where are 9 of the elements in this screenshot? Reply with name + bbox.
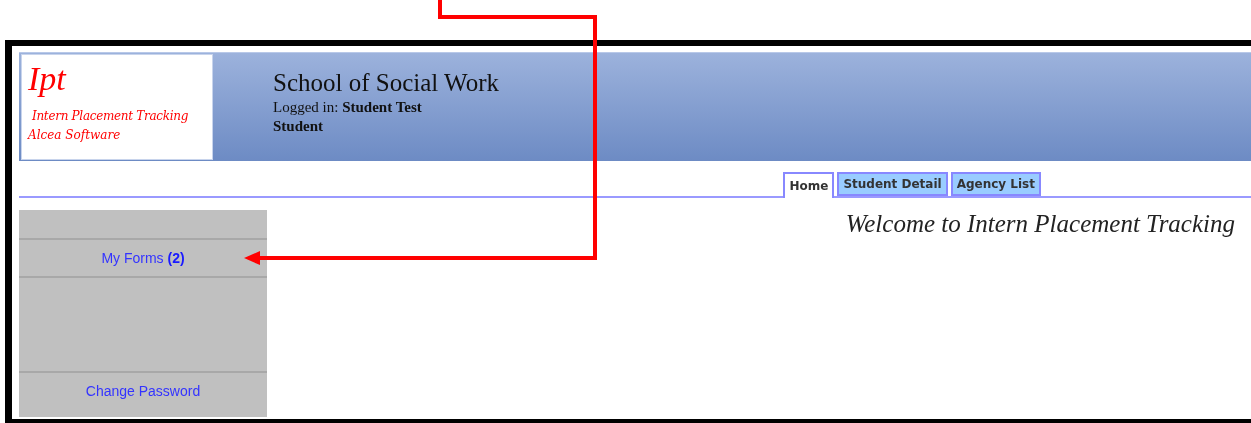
nav-tab[interactable]: Home xyxy=(783,172,835,198)
nav-tab[interactable]: Student Detail xyxy=(837,172,948,196)
logo: Ipt Intern Placement Tracking Alcea Software xyxy=(21,54,213,160)
sidebar-link[interactable]: Change Password xyxy=(85,383,201,399)
welcome-heading: Welcome to Intern Placement Tracking xyxy=(845,210,1235,239)
nav-tab[interactable]: Agency List xyxy=(950,172,1041,196)
sidebar-link[interactable]: My Forms (2) xyxy=(101,250,185,266)
school-title: School of Social Work xyxy=(273,68,499,98)
logged-in-text: Logged in: Student Test Student xyxy=(273,98,423,136)
